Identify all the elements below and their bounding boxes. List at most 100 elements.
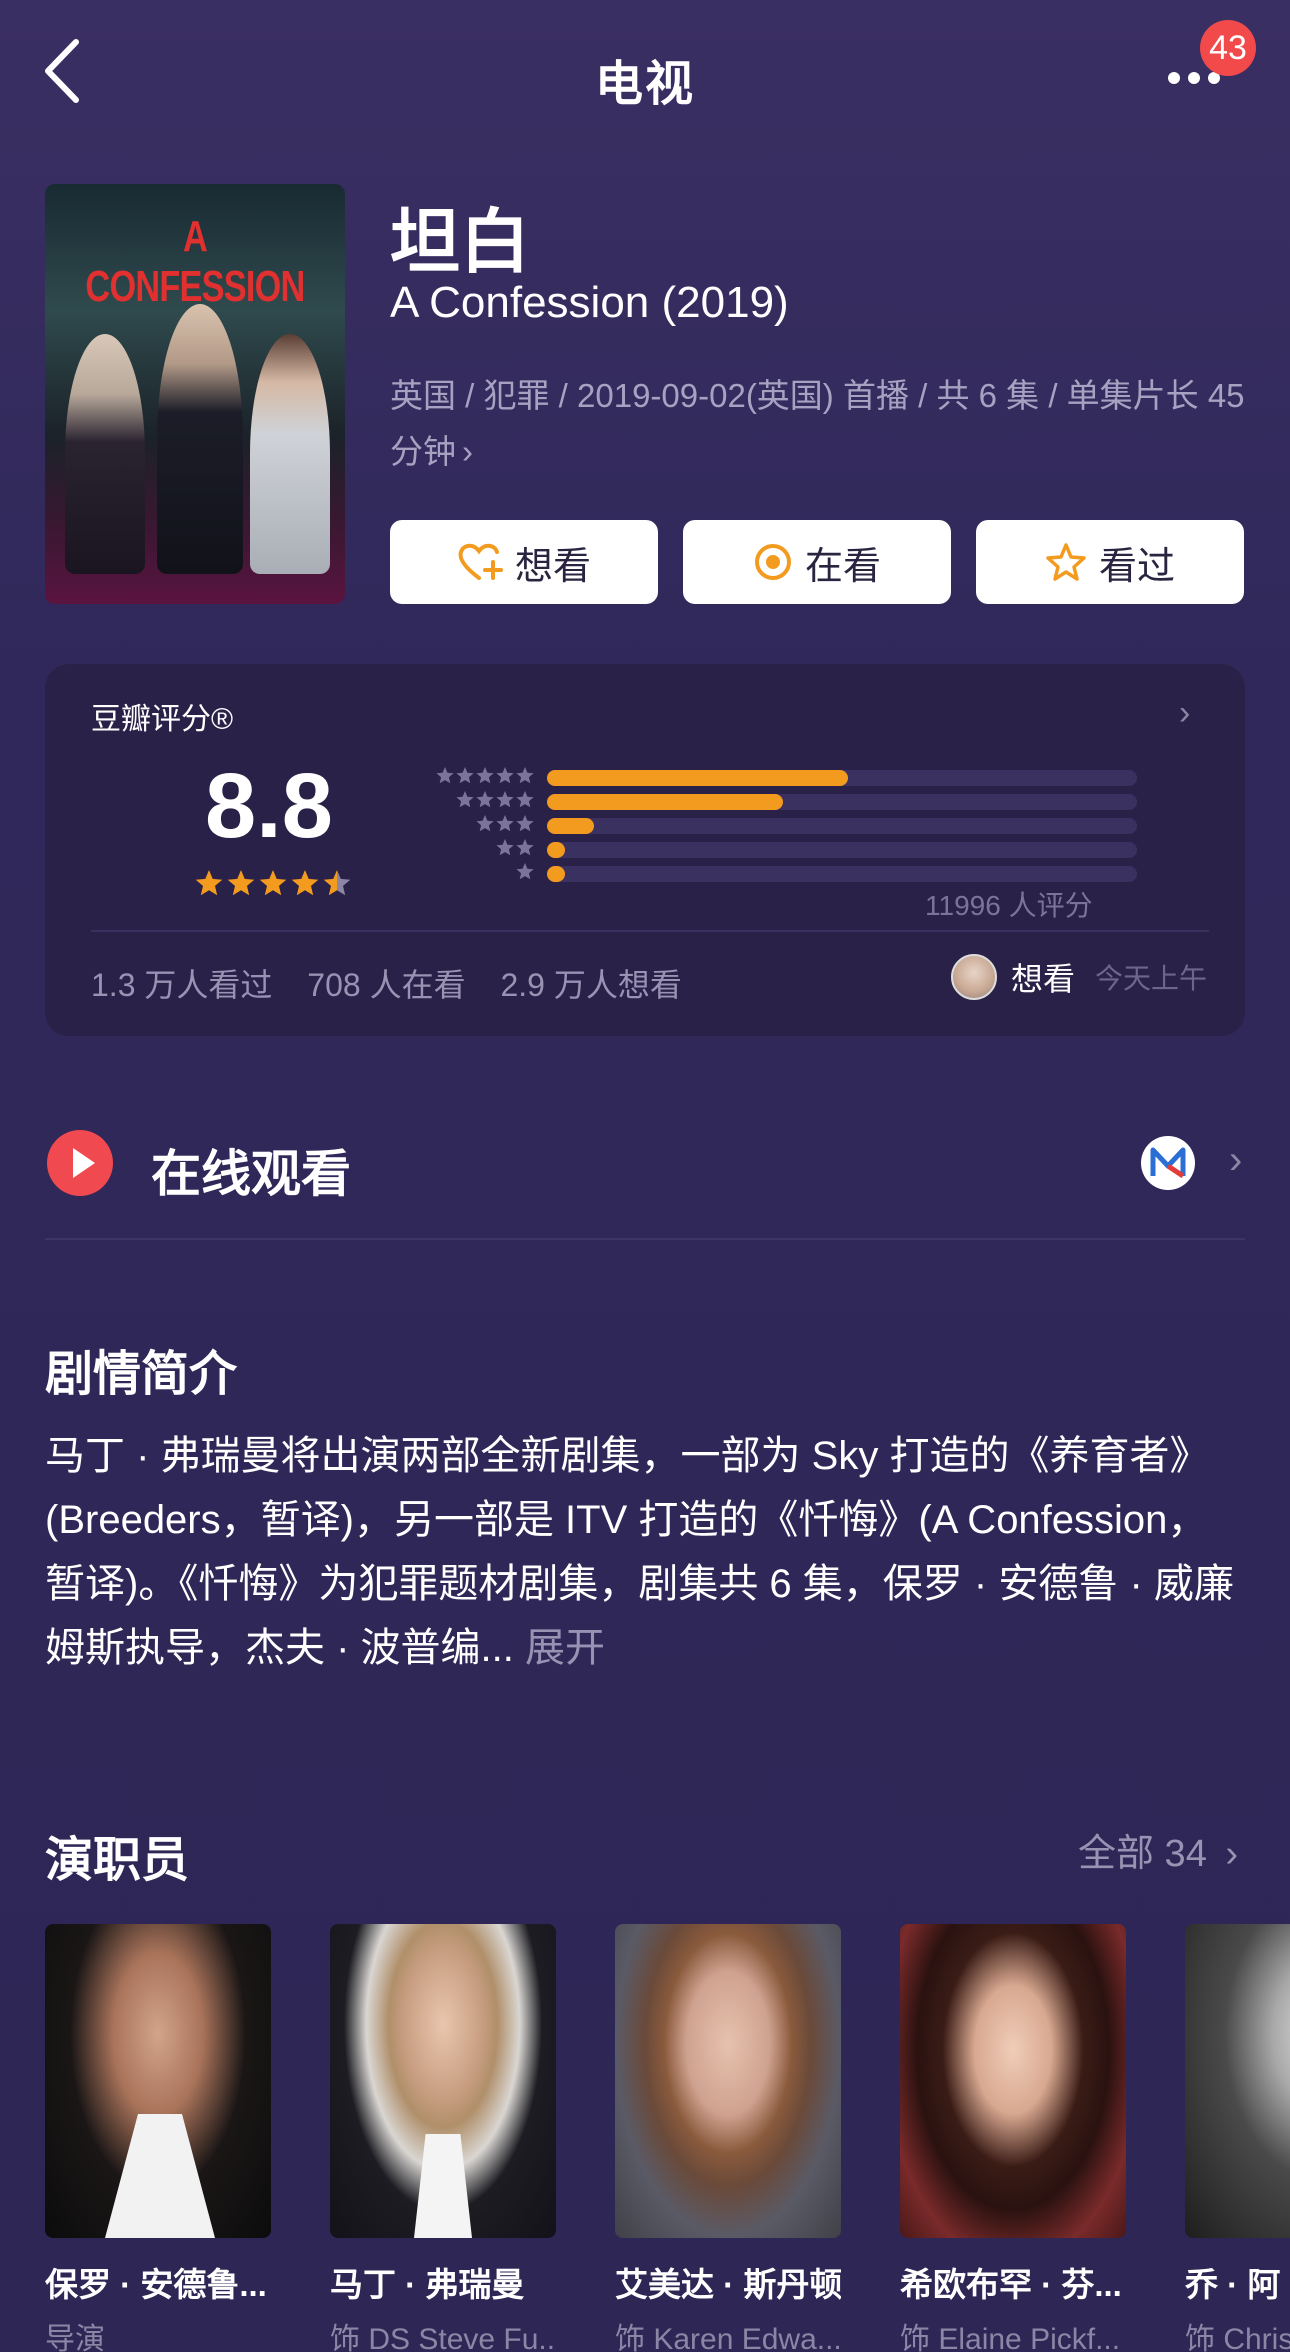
friend-time: 今天上午 [1095,963,1208,994]
distribution-bar [547,842,565,858]
distribution-bar-track [547,866,1137,882]
cast-name: 马丁 · 弗瑞曼 [330,2266,525,2303]
page-title: 电视 [594,58,695,111]
more-icon-dot [1188,72,1200,84]
expand-link[interactable]: 展开 [525,1626,605,1670]
watched-count: 1.3 万人看过 [91,967,273,1003]
cast-role: 饰 Chris [1185,2323,1290,2352]
distribution-row [385,790,1145,810]
rating-star [291,870,319,896]
see-all-label: 全部 34 [1078,1833,1207,1875]
distribution-stars [496,839,534,856]
cast-role: 饰 DS Steve Fu... [330,2323,556,2352]
chevron-right-icon: › [1229,1138,1243,1182]
cast-photo [615,1924,841,2238]
cast-card[interactable]: 希欧布罕 · 芬... 饰 Elaine Pickf... [900,1924,1126,2352]
cast-photo [900,1924,1126,2238]
distribution-stars [516,863,534,880]
provider-logo-icon [1141,1136,1195,1190]
divider [45,1238,1245,1240]
cast-role: 饰 Karen Edwa... [615,2323,841,2352]
rating-count: 11996 人评分 [925,890,1093,921]
distribution-bar [547,770,848,786]
distribution-row [385,862,1145,882]
distribution-bar [547,866,565,882]
cast-card[interactable]: 马丁 · 弗瑞曼 饰 DS Steve Fu... [330,1924,556,2352]
cast-card[interactable]: 乔 · 阿 饰 Chris [1185,1924,1290,2352]
watched-label: 看过 [1098,545,1175,588]
cast-name: 乔 · 阿 [1185,2266,1281,2303]
distribution-row [385,766,1145,786]
cast-name: 艾美达 · 斯丹顿 [615,2266,841,2303]
distribution-stars [476,815,534,832]
cast-photo [45,1924,271,2238]
rating-star [259,870,287,896]
distribution-row [385,814,1145,834]
rating-stars [195,870,351,896]
distribution-stars [456,791,534,808]
watching-button[interactable]: 在看 [683,520,951,604]
poster-figure [157,304,243,574]
cast-card[interactable]: 艾美达 · 斯丹顿 饰 Karen Edwa... [615,1924,841,2352]
provider-logo-mark [1150,1147,1186,1179]
top-bar: 电视 43 [0,0,1290,150]
notification-badge: 43 [1200,20,1256,76]
synopsis-body: 马丁 · 弗瑞曼将出演两部全新剧集，一部为 Sky 打造的《养育者》(Breed… [45,1434,1234,1670]
cast-photo-shirt [414,2134,472,2238]
cast-name: 保罗 · 安德鲁... [45,2266,267,2303]
cast-role: 导演 [45,2323,105,2352]
rating-label: 豆瓣评分® [91,703,234,736]
rating-star [323,870,351,896]
cast-photo [330,1924,556,2238]
distribution-bar [547,818,594,834]
distribution-bar [547,794,783,810]
heart-plus-icon [458,543,503,580]
poster-figure [250,334,330,574]
want-label: 想看 [514,545,591,588]
page: 电视 43 A CONFESSION 坦白 A Confession (2019… [0,0,1290,2352]
show-title: 坦白 [390,203,530,281]
online-watch-row[interactable]: 在线观看 › [45,1120,1245,1204]
show-title-en: A Confession (2019) [390,278,789,327]
distribution-bar-track [547,842,1137,858]
distribution-row [385,838,1145,858]
show-poster[interactable]: A CONFESSION [45,184,345,604]
cast-title: 演职员 [45,1834,190,1887]
cast-photo [1185,1924,1290,2238]
chevron-right-icon: › [1179,694,1191,732]
want-count: 2.9 万人想看 [500,967,682,1003]
show-meta[interactable]: 英国 / 犯罪 / 2019-09-02(英国) 首播 / 共 6 集 / 单集… [390,368,1250,480]
poster-figure [65,334,145,574]
watching-label: 在看 [804,545,881,588]
friend-activity[interactable]: 想看 今天上午 [951,954,1207,1000]
card-divider [91,930,1209,932]
cast-card[interactable]: 保罗 · 安德鲁... 导演 [45,1924,271,2352]
friend-action: 想看 [1011,961,1076,997]
rating-score: 8.8 [205,755,333,857]
star-outline-icon [1046,543,1086,581]
rating-star [227,870,255,896]
synopsis-title: 剧情简介 [45,1348,238,1401]
watched-button[interactable]: 看过 [976,520,1244,604]
chevron-right-icon: › [462,433,473,470]
cast-photo-shirt [105,2114,215,2238]
want-button[interactable]: 想看 [390,520,658,604]
cast-name: 希欧布罕 · 芬... [900,2266,1122,2303]
play-icon [47,1130,113,1196]
poster-title: A CONFESSION [85,212,305,311]
target-icon [754,544,791,580]
rating-stats: 1.3 万人看过 708 人在看 2.9 万人想看 [91,960,708,1006]
more-icon [1168,72,1180,84]
see-all-cast-link[interactable]: 全部 34 › [1078,1822,1238,1877]
distribution-bar-track [547,794,1137,810]
synopsis-text: 马丁 · 弗瑞曼将出演两部全新剧集，一部为 Sky 打造的《养育者》(Breed… [45,1424,1245,1680]
avatar [951,954,997,1000]
distribution-stars [436,767,534,784]
show-meta-text: 英国 / 犯罪 / 2019-09-02(英国) 首播 / 共 6 集 / 单集… [390,377,1245,470]
chevron-right-icon: › [1225,1833,1239,1875]
rating-card[interactable]: 豆瓣评分® › 8.8 11996 人评分 1.3 万人看过 708 人在看 2… [45,664,1245,1036]
distribution-bar-track [547,818,1137,834]
distribution-bar-track [547,770,1137,786]
play-triangle [73,1148,95,1178]
online-watch-label: 在线观看 [151,1146,351,1202]
